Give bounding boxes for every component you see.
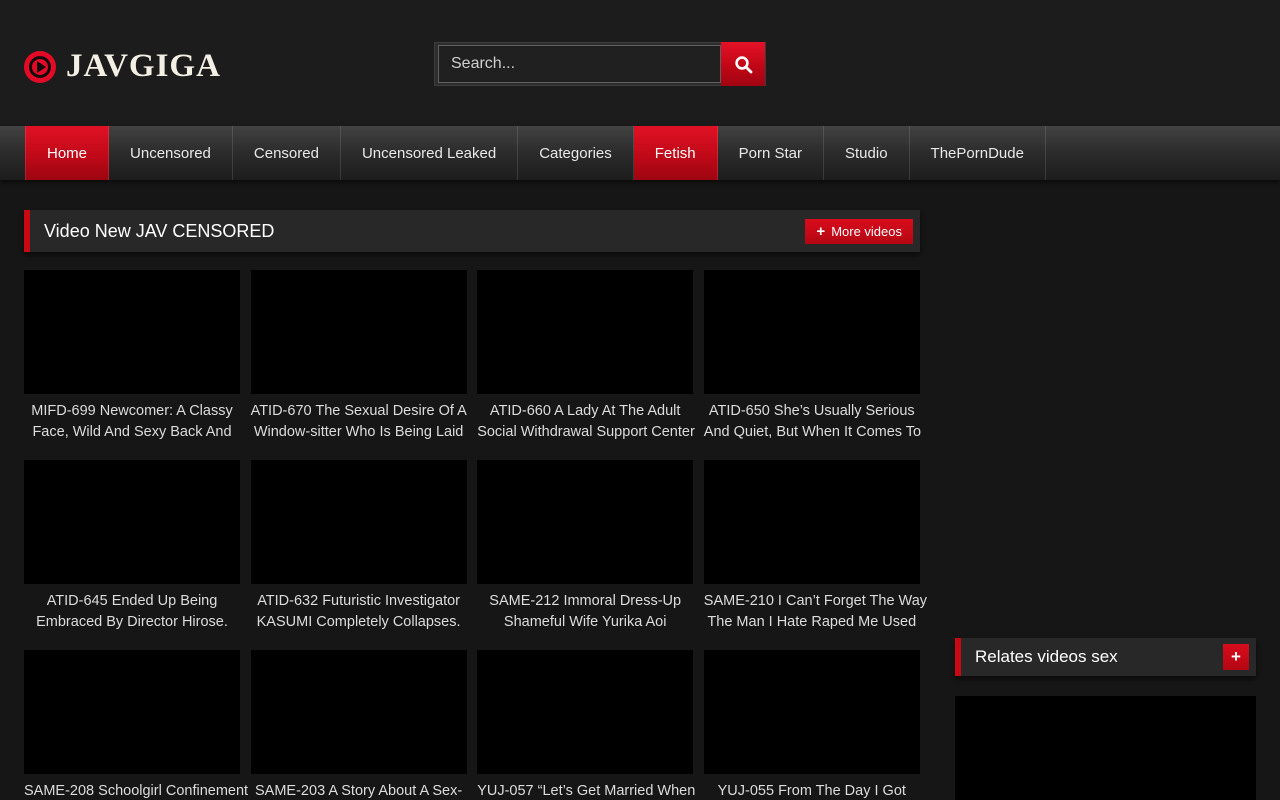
video-card[interactable]: ATID-670 The Sexual Desire Of AWindow-si…	[251, 270, 467, 460]
video-title: SAME-210 I Can’t Forget The WayThe Man I…	[704, 591, 920, 633]
play-icon-ring	[29, 56, 51, 78]
nav-item-theporndude[interactable]: ThePornDude	[910, 126, 1046, 180]
video-card[interactable]: YUJ-057 “Let’s Get Married When	[477, 650, 693, 800]
video-thumbnail[interactable]	[251, 460, 467, 584]
sidebar-expand-button[interactable]: +	[1223, 644, 1249, 670]
nav-item-home[interactable]: Home	[25, 126, 109, 180]
nav-item-categories[interactable]: Categories	[518, 126, 634, 180]
video-title: ATID-660 A Lady At The AdultSocial Withd…	[477, 401, 693, 443]
play-icon-triangle	[37, 61, 46, 73]
video-title: ATID-632 Futuristic InvestigatorKASUMI C…	[251, 591, 467, 633]
play-icon	[24, 51, 56, 83]
nav-item-censored[interactable]: Censored	[233, 126, 341, 180]
video-card[interactable]: SAME-203 A Story About A Sex-	[251, 650, 467, 800]
video-thumbnail[interactable]	[251, 270, 467, 394]
video-card[interactable]: ATID-632 Futuristic InvestigatorKASUMI C…	[251, 460, 467, 650]
nav-item-porn-star[interactable]: Porn Star	[718, 126, 824, 180]
search-input[interactable]	[438, 45, 721, 83]
nav-item-uncensored-leaked[interactable]: Uncensored Leaked	[341, 126, 518, 180]
video-card[interactable]: ATID-645 Ended Up BeingEmbraced By Direc…	[24, 460, 240, 650]
video-title: SAME-212 Immoral Dress-UpShameful Wife Y…	[477, 591, 693, 633]
sidebar-video-thumbnail[interactable]	[955, 696, 1256, 800]
sidebar-section-header: Relates videos sex +	[955, 638, 1256, 676]
video-thumbnail[interactable]	[704, 650, 920, 774]
plus-icon: +	[816, 223, 825, 240]
video-thumbnail[interactable]	[24, 460, 240, 584]
video-card[interactable]: MIFD-699 Newcomer: A ClassyFace, Wild An…	[24, 270, 240, 460]
video-thumbnail[interactable]	[477, 650, 693, 774]
video-card[interactable]: SAME-210 I Can’t Forget The WayThe Man I…	[704, 460, 920, 650]
nav-item-studio[interactable]: Studio	[824, 126, 910, 180]
nav-item-uncensored[interactable]: Uncensored	[109, 126, 233, 180]
sidebar-section-title: Relates videos sex	[961, 647, 1118, 667]
search-icon	[734, 55, 753, 74]
search-bar	[434, 42, 766, 86]
search-button[interactable]	[721, 42, 765, 86]
video-title: SAME-203 A Story About A Sex-	[251, 781, 467, 800]
logo[interactable]: JAVGIGA	[24, 48, 221, 85]
video-title: ATID-670 The Sexual Desire Of AWindow-si…	[251, 401, 467, 443]
nav-item-fetish[interactable]: Fetish	[634, 126, 718, 180]
main-nav: Home Uncensored Censored Uncensored Leak…	[0, 126, 1280, 180]
video-card[interactable]: SAME-208 Schoolgirl Confinement	[24, 650, 240, 800]
video-thumbnail[interactable]	[704, 460, 920, 584]
video-card[interactable]: SAME-212 Immoral Dress-UpShameful Wife Y…	[477, 460, 693, 650]
video-title: YUJ-057 “Let’s Get Married When	[477, 781, 693, 800]
video-thumbnail[interactable]	[251, 650, 467, 774]
section-title: Video New JAV CENSORED	[30, 221, 274, 242]
video-title: ATID-645 Ended Up BeingEmbraced By Direc…	[24, 591, 240, 633]
video-thumbnail[interactable]	[477, 270, 693, 394]
video-thumbnail[interactable]	[477, 460, 693, 584]
video-grid: MIFD-699 Newcomer: A ClassyFace, Wild An…	[24, 270, 920, 800]
video-thumbnail[interactable]	[704, 270, 920, 394]
video-title: MIFD-699 Newcomer: A ClassyFace, Wild An…	[24, 401, 240, 443]
plus-icon: +	[1231, 647, 1241, 667]
site-header: JAVGIGA	[0, 0, 1280, 126]
video-thumbnail[interactable]	[24, 270, 240, 394]
video-card[interactable]: ATID-660 A Lady At The AdultSocial Withd…	[477, 270, 693, 460]
video-title: YUJ-055 From The Day I Got	[704, 781, 920, 800]
video-card[interactable]: ATID-650 She’s Usually SeriousAnd Quiet,…	[704, 270, 920, 460]
video-title: SAME-208 Schoolgirl Confinement	[24, 781, 240, 800]
section-header-new-jav: Video New JAV CENSORED + More videos	[24, 210, 920, 252]
video-card[interactable]: YUJ-055 From The Day I Got	[704, 650, 920, 800]
video-title: ATID-650 She’s Usually SeriousAnd Quiet,…	[704, 401, 920, 443]
brand-name: JAVGIGA	[66, 48, 221, 85]
more-videos-button[interactable]: + More videos	[805, 219, 913, 244]
more-videos-label: More videos	[831, 224, 902, 239]
video-thumbnail[interactable]	[24, 650, 240, 774]
